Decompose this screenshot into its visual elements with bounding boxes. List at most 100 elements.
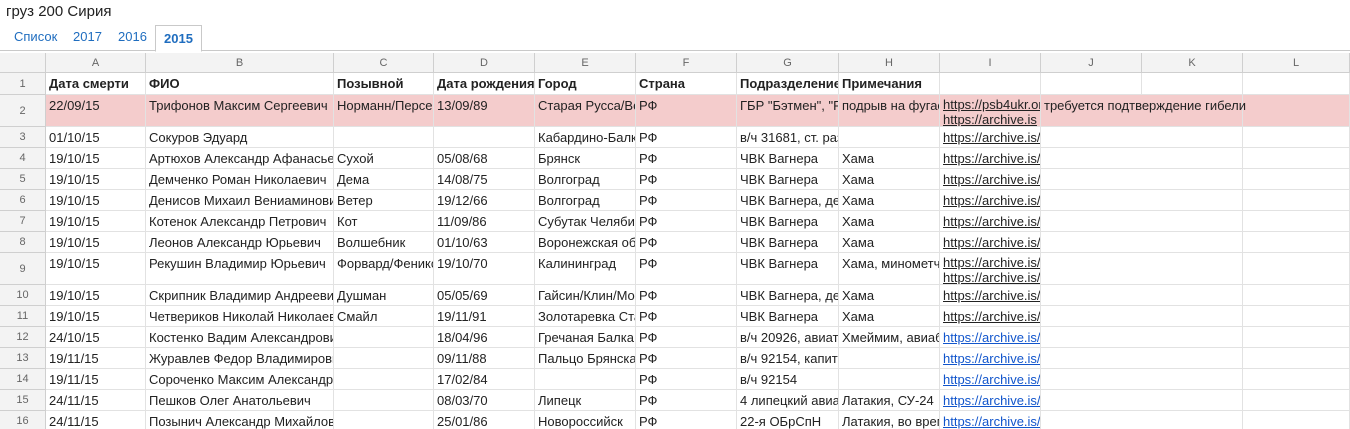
table-cell[interactable]: Волгоград bbox=[535, 190, 636, 211]
row-number[interactable]: 12 bbox=[0, 327, 46, 348]
comment-cell[interactable] bbox=[1041, 169, 1142, 190]
table-cell[interactable]: 05/08/68 bbox=[434, 148, 535, 169]
row-number[interactable]: 8 bbox=[0, 232, 46, 253]
table-cell[interactable]: Субутак Челябинская bbox=[535, 211, 636, 232]
header-cell[interactable]: Позывной bbox=[334, 73, 434, 95]
table-cell[interactable]: 11/09/86 bbox=[434, 211, 535, 232]
comment-cell[interactable] bbox=[1041, 327, 1142, 348]
table-cell[interactable]: 19/10/15 bbox=[46, 253, 146, 285]
column-header-h[interactable]: H bbox=[839, 53, 940, 73]
table-cell[interactable]: Латакия, во время bbox=[839, 411, 940, 429]
table-cell[interactable]: Хама, минометчик bbox=[839, 253, 940, 285]
table-cell[interactable]: Хама bbox=[839, 169, 940, 190]
table-cell[interactable]: 19/10/70 bbox=[434, 253, 535, 285]
table-cell[interactable]: 19/12/66 bbox=[434, 190, 535, 211]
archive-link-cell[interactable]: https://archive.is/bOvNE bbox=[940, 169, 1041, 190]
row-number[interactable]: 14 bbox=[0, 369, 46, 390]
table-cell[interactable]: Латакия, СУ-24 bbox=[839, 390, 940, 411]
header-cell[interactable]: ФИО bbox=[146, 73, 334, 95]
row-number[interactable]: 10 bbox=[0, 285, 46, 306]
table-cell[interactable]: Скрипник Владимир Андреевич bbox=[146, 285, 334, 306]
table-cell[interactable]: в/ч 92154 bbox=[737, 369, 839, 390]
table-cell[interactable] bbox=[1243, 369, 1350, 390]
table-cell[interactable]: 19/10/15 bbox=[46, 232, 146, 253]
comment-cell[interactable]: требуется подтверждение гибели bbox=[1041, 95, 1246, 127]
table-cell[interactable]: Новороссийск bbox=[535, 411, 636, 429]
column-header-b[interactable]: B bbox=[146, 53, 334, 73]
comment-cell[interactable] bbox=[1041, 253, 1142, 285]
table-cell[interactable]: 05/05/69 bbox=[434, 285, 535, 306]
table-cell[interactable] bbox=[1243, 148, 1350, 169]
table-cell[interactable]: Хама bbox=[839, 211, 940, 232]
table-cell[interactable]: Душман bbox=[334, 285, 434, 306]
table-cell[interactable]: Сокуров Эдуард bbox=[146, 127, 334, 148]
table-cell[interactable]: Ветер bbox=[334, 190, 434, 211]
column-header-e[interactable]: E bbox=[535, 53, 636, 73]
archive-link-cell[interactable]: https://archive.is/zWl6H bbox=[940, 369, 1041, 390]
row-number[interactable]: 6 bbox=[0, 190, 46, 211]
table-cell[interactable] bbox=[334, 327, 434, 348]
table-cell[interactable]: 22-я ОБрСпН bbox=[737, 411, 839, 429]
table-cell[interactable]: РФ bbox=[636, 306, 737, 327]
archive-link-cell[interactable]: https://archive.is/eJy1K bbox=[940, 327, 1041, 348]
table-cell[interactable]: 19/10/15 bbox=[46, 285, 146, 306]
archive-link[interactable]: https://archive.is/bOvNE bbox=[943, 235, 1040, 250]
archive-link[interactable]: https://psb4ukr.org https://archive.is bbox=[943, 97, 1040, 126]
column-header-k[interactable]: K bbox=[1142, 53, 1243, 73]
table-cell[interactable] bbox=[434, 127, 535, 148]
table-cell[interactable]: Хама bbox=[839, 306, 940, 327]
table-cell[interactable]: 18/04/96 bbox=[434, 327, 535, 348]
table-cell[interactable] bbox=[1142, 306, 1243, 327]
archive-link[interactable]: https://archive.is/V8dQg bbox=[943, 393, 1040, 408]
column-header-c[interactable]: C bbox=[334, 53, 434, 73]
comment-cell[interactable] bbox=[1041, 190, 1142, 211]
header-cell[interactable]: Дата смерти bbox=[46, 73, 146, 95]
archive-link[interactable]: https://archive.is/zWl6H bbox=[943, 372, 1040, 387]
archive-link[interactable]: https://archive.is/biV41 bbox=[943, 130, 1040, 145]
table-cell[interactable]: Форвард/Феникс bbox=[334, 253, 434, 285]
select-all-corner[interactable] bbox=[0, 53, 46, 73]
table-cell[interactable]: ЧВК Вагнера bbox=[737, 211, 839, 232]
table-cell[interactable] bbox=[334, 411, 434, 429]
row-number[interactable]: 9 bbox=[0, 253, 46, 285]
table-cell[interactable]: Четвериков Николай Николаевич bbox=[146, 306, 334, 327]
table-cell[interactable]: Липецк bbox=[535, 390, 636, 411]
table-cell[interactable] bbox=[1243, 285, 1350, 306]
archive-link[interactable]: https://archive.is/NxWeV https://archive… bbox=[943, 255, 1040, 284]
table-cell[interactable] bbox=[1142, 327, 1243, 348]
table-cell[interactable] bbox=[334, 390, 434, 411]
table-cell[interactable] bbox=[839, 369, 940, 390]
archive-link[interactable]: https://archive.is/bOvNE bbox=[943, 309, 1040, 324]
table-cell[interactable]: РФ bbox=[636, 232, 737, 253]
column-header-i[interactable]: I bbox=[940, 53, 1041, 73]
table-cell[interactable]: 4 липецкий авиацентр bbox=[737, 390, 839, 411]
row-number[interactable]: 4 bbox=[0, 148, 46, 169]
table-cell[interactable]: Пешков Олег Анатольевич bbox=[146, 390, 334, 411]
table-cell[interactable]: РФ bbox=[636, 148, 737, 169]
table-cell[interactable]: Леонов Александр Юрьевич bbox=[146, 232, 334, 253]
table-cell[interactable] bbox=[1142, 369, 1243, 390]
table-cell[interactable]: 13/09/89 bbox=[434, 95, 535, 127]
header-cell[interactable]: Город bbox=[535, 73, 636, 95]
table-cell[interactable]: РФ bbox=[636, 285, 737, 306]
column-header-j[interactable]: J bbox=[1041, 53, 1142, 73]
row-number[interactable]: 13 bbox=[0, 348, 46, 369]
table-cell[interactable] bbox=[1142, 127, 1243, 148]
table-cell[interactable]: Калининград bbox=[535, 253, 636, 285]
archive-link-cell[interactable]: https://archive.is/V8dQg bbox=[940, 390, 1041, 411]
archive-link[interactable]: https://archive.is/ltJKM bbox=[943, 351, 1040, 366]
table-cell[interactable]: Позынич Александр Михайлович bbox=[146, 411, 334, 429]
table-cell[interactable]: Трифонов Максим Сергеевич bbox=[146, 95, 334, 127]
table-cell[interactable]: Костенко Вадим Александрович bbox=[146, 327, 334, 348]
table-cell[interactable]: 01/10/63 bbox=[434, 232, 535, 253]
table-cell[interactable]: 19/11/15 bbox=[46, 348, 146, 369]
header-cell[interactable] bbox=[940, 73, 1041, 95]
table-cell[interactable] bbox=[1142, 190, 1243, 211]
table-cell[interactable]: 24/10/15 bbox=[46, 327, 146, 348]
archive-link-cell[interactable]: https://psb4ukr.org https://archive.is bbox=[940, 95, 1041, 127]
table-cell[interactable] bbox=[1243, 127, 1350, 148]
table-cell[interactable] bbox=[1243, 232, 1350, 253]
table-cell[interactable]: 19/10/15 bbox=[46, 306, 146, 327]
table-cell[interactable]: 24/11/15 bbox=[46, 390, 146, 411]
table-cell[interactable]: ЧВК Вагнера bbox=[737, 253, 839, 285]
